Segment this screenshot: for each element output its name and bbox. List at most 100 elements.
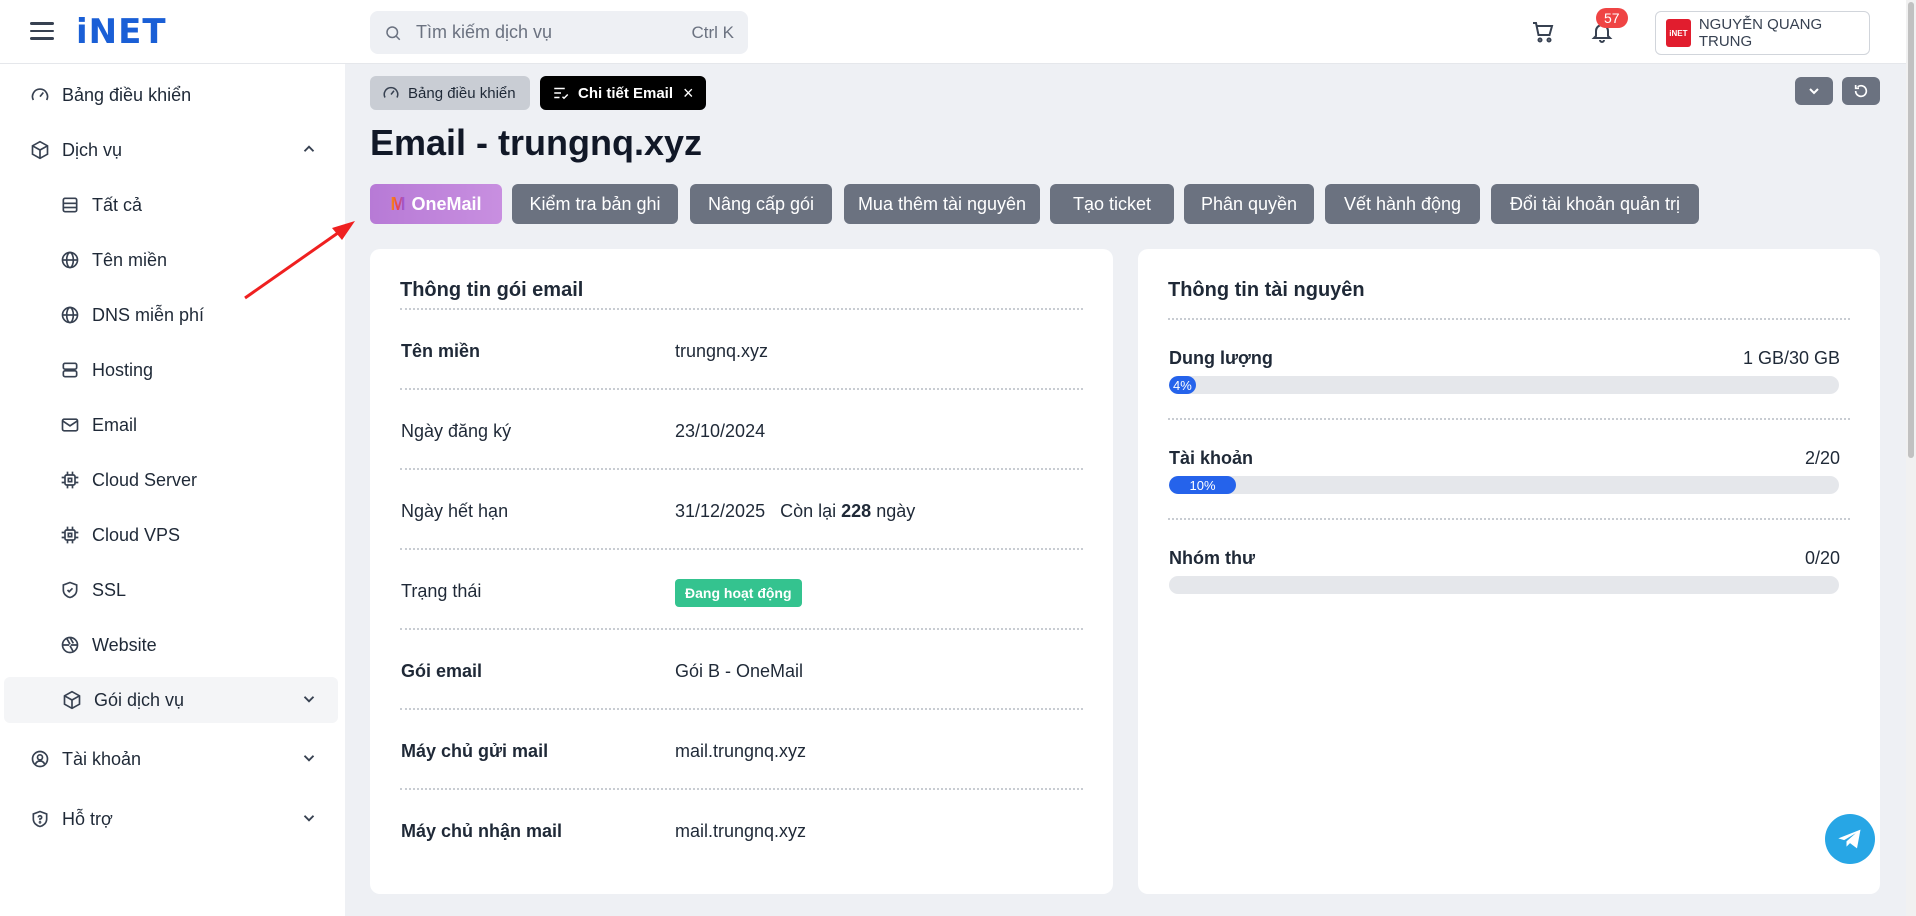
imap-label: Máy chủ nhận mail [401,821,563,841]
box-icon [63,690,81,710]
status-value: Đang hoạt động [675,579,802,607]
collapse-button[interactable] [1795,77,1833,105]
sidebar-item-label: DNS miễn phí [92,304,205,325]
action-log-button[interactable]: Vết hành động [1325,184,1480,224]
server-icon [62,362,78,378]
sidebar-item-label: Email [92,414,138,435]
search-icon [386,25,401,40]
imap-value: mail.trungnq.xyz [675,821,807,841]
scrollbar-thumb[interactable] [1908,2,1914,458]
sidebar-item-account[interactable]: Tài khoản [0,736,338,782]
storage-progress-fill: 4% [1169,376,1196,394]
divider [400,308,1083,310]
sidebar-item-packages[interactable]: Gói dịch vụ [4,677,338,723]
exp-date: 31/12/2025 [675,501,766,521]
scrollbar[interactable] [1906,0,1916,916]
status-badge: Đang hoạt động [675,579,802,607]
reg-date-label: Ngày đăng ký [401,421,512,441]
globe-icon [61,251,79,269]
resource-info-card: Thông tin tài nguyên Dung lượng 1 GB/30 … [1138,249,1880,894]
chevron-down-icon [303,815,315,822]
sidebar: Bảng điều khiển Dịch vụ Tất cả Tên miền … [0,64,345,916]
user-circle-icon [31,750,49,768]
divider [400,548,1083,550]
smtp-label: Máy chủ gửi mail [401,741,549,761]
sidebar-item-hosting[interactable]: Hosting [0,347,338,393]
chevron-down-icon [303,755,315,762]
remaining-days: 228 [841,501,872,521]
divider [400,788,1083,790]
onemail-logo-icon: M [390,193,406,214]
sidebar-item-label: Gói dịch vụ [94,689,185,710]
mail-icon [61,418,79,432]
button-label: OneMail [411,193,482,214]
smtp-value: mail.trungnq.xyz [675,741,807,761]
upgrade-button[interactable]: Nâng cấp gói [690,184,832,224]
sidebar-item-cloud-vps[interactable]: Cloud VPS [0,512,338,558]
divider [1168,518,1850,520]
groups-value: 0/20 [1804,548,1840,568]
list-check-icon [554,87,569,100]
sidebar-item-label: Bảng điều khiển [62,84,192,105]
sidebar-item-ssl[interactable]: SSL [0,567,338,613]
refresh-button[interactable] [1842,77,1880,105]
domain-label: Tên miền [401,341,481,361]
page-title: Email - trungnq.xyz [370,122,703,163]
onemail-button[interactable]: M OneMail [370,184,502,224]
sidebar-item-label: SSL [92,579,127,600]
sidebar-item-label: Website [92,634,157,655]
tab-label: Bảng điều khiển [408,84,516,102]
divider [400,468,1083,470]
sidebar-item-website[interactable]: Website [0,622,338,668]
sidebar-item-label: Tài khoản [62,748,142,769]
chevron-down-icon [303,696,315,703]
tab-dashboard[interactable]: Bảng điều khiển [370,76,530,110]
sidebar-item-support[interactable]: Hỗ trợ [0,796,338,842]
user-menu-button[interactable]: iNET NGUYỄN QUANG TRUNG [1655,11,1870,55]
accounts-value: 2/20 [1804,448,1840,468]
sidebar-item-label: Hỗ trợ [62,808,113,829]
avatar: iNET [1666,19,1691,47]
search-shortcut: Ctrl K [691,22,735,42]
logo[interactable]: iNET [76,12,167,52]
gauge-icon [31,88,49,101]
tab-email-detail[interactable]: Chi tiết Email × [540,76,706,110]
search-input[interactable]: Tìm kiếm dịch vụ Ctrl K [370,11,748,54]
remaining-suffix: ngày [876,501,916,521]
aperture-icon [61,636,79,654]
chevron-down-icon [1809,88,1819,95]
domain-value: trungnq.xyz [675,341,769,361]
tab-label: Chi tiết Email [578,84,674,102]
globe-icon [61,306,79,324]
storage-value: 1 GB/30 GB [1742,348,1840,368]
sidebar-item-label: Tên miền [92,249,168,270]
check-records-button[interactable]: Kiểm tra bản ghi [512,184,678,224]
sidebar-item-label: Cloud Server [92,469,198,490]
storage-label: Dung lượng [1169,348,1273,368]
menu-icon[interactable] [30,22,54,40]
top-bar: iNET Tìm kiếm dịch vụ Ctrl K 57 iNET NGU… [0,0,1906,64]
list-icon [62,197,78,213]
sidebar-item-email[interactable]: Email [0,402,338,448]
annotation-arrow-icon [244,221,355,300]
sidebar-item-cloud-server[interactable]: Cloud Server [0,457,338,503]
accounts-progress-fill: 10% [1169,476,1236,494]
change-admin-button[interactable]: Đổi tài khoản quản trị [1491,184,1699,224]
sidebar-item-label: Tất cả [92,194,143,215]
create-ticket-button[interactable]: Tạo ticket [1050,184,1174,224]
telegram-chat-button[interactable] [1825,814,1875,864]
sidebar-item-dashboard[interactable]: Bảng điều khiển [0,72,338,118]
search-placeholder: Tìm kiếm dịch vụ [416,22,553,42]
divider [400,388,1083,390]
plan-label: Gói email [401,661,483,681]
close-tab-icon[interactable]: × [683,83,694,104]
groups-label: Nhóm thư [1169,548,1256,568]
gauge-icon [383,86,399,98]
buy-resources-button[interactable]: Mua thêm tài nguyên [844,184,1040,224]
sidebar-item-services[interactable]: Dịch vụ [0,127,338,173]
permissions-button[interactable]: Phân quyền [1184,184,1314,224]
cart-icon[interactable] [1530,20,1556,44]
status-label: Trạng thái [401,581,482,601]
divider [400,708,1083,710]
plan-value: Gói B - OneMail [675,661,804,681]
